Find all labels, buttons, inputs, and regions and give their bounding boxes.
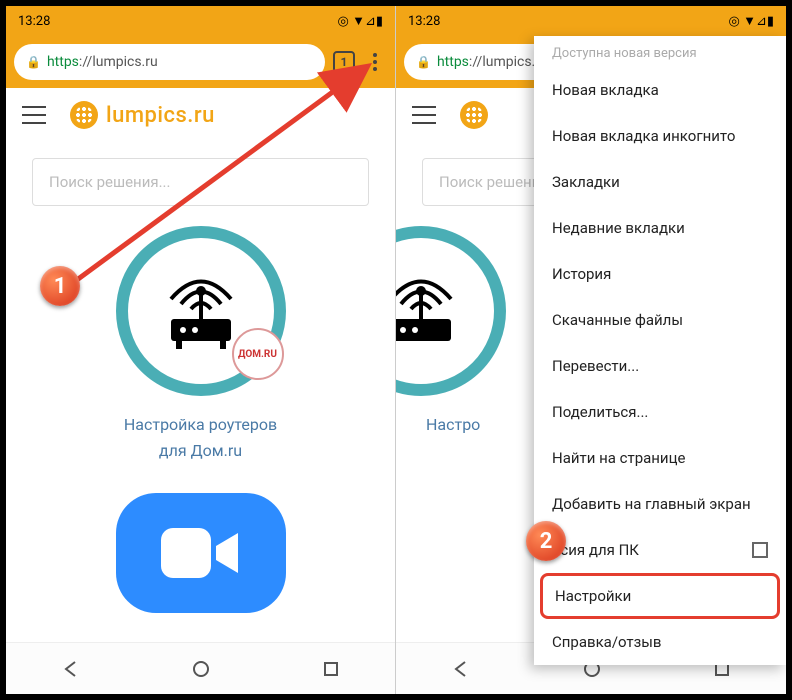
article-card[interactable]: ДОМ.RU Настройка роутеров для Дом.ru (91, 226, 311, 463)
annotation-badge-1: 1 (40, 266, 80, 306)
menu-translate[interactable]: Перевести... (534, 343, 786, 389)
screen-right: 13:28 ◎ ▼⊿▮ 🔒 https://lumpics. Поиск реш… (396, 6, 786, 694)
android-navbar (6, 642, 395, 694)
hamburger-icon[interactable] (22, 106, 46, 124)
menu-help[interactable]: Справка/отзыв (534, 619, 786, 665)
screen-left: 13:28 ◎ ▼⊿▮ 🔒 https://lumpics.ru 1 lumpi… (6, 6, 396, 694)
status-time: 13:28 (408, 14, 440, 29)
menu-incognito[interactable]: Новая вкладка инкогнито (534, 113, 786, 159)
menu-button[interactable] (363, 50, 387, 74)
site-logo[interactable]: lumpics.ru (70, 101, 215, 129)
zoom-tile[interactable] (116, 493, 286, 613)
menu-settings[interactable]: Настройки (540, 573, 780, 619)
logo-icon (70, 101, 98, 129)
status-icons: ◎ ▼⊿▮ (729, 13, 774, 29)
url-host: ://lumpics.ru (79, 54, 158, 70)
status-time: 13:28 (18, 14, 50, 29)
browser-menu-dropdown: Доступна новая версия Новая вкладка Нова… (534, 36, 786, 665)
menu-bookmarks[interactable]: Закладки (534, 159, 786, 205)
url-field[interactable]: 🔒 https://lumpics.ru (14, 44, 325, 80)
lock-icon: 🔒 (416, 55, 431, 69)
lock-icon: 🔒 (26, 55, 41, 69)
status-bar: 13:28 ◎ ▼⊿▮ (6, 6, 395, 36)
tab-count[interactable]: 1 (333, 51, 355, 73)
nav-recent-icon[interactable] (323, 661, 339, 677)
router-circle: ДОМ.RU (116, 226, 286, 396)
logo-text: lumpics.ru (106, 103, 215, 128)
nav-back-icon[interactable] (452, 660, 470, 678)
menu-info: Доступна новая версия (534, 36, 786, 67)
search-input[interactable]: Поиск решения... (422, 158, 542, 206)
menu-add-home[interactable]: Добавить на главный экран (534, 481, 786, 527)
menu-new-tab[interactable]: Новая вкладка (534, 67, 786, 113)
url-scheme: https (437, 54, 469, 70)
menu-downloads[interactable]: Скачанные файлы (534, 297, 786, 343)
page-content: lumpics.ru Поиск решения... ДОМ.RU Настр… (6, 88, 395, 642)
dom-ru-badge: ДОМ.RU (232, 328, 284, 380)
annotation-badge-2: 2 (526, 521, 566, 561)
browser-urlbar: 🔒 https://lumpics.ru 1 (6, 36, 395, 88)
camera-icon (156, 518, 246, 588)
article-card[interactable]: Настро (396, 226, 556, 438)
logo-icon (460, 101, 488, 129)
site-header: lumpics.ru (6, 88, 395, 142)
menu-recent-tabs[interactable]: Недавние вкладки (534, 205, 786, 251)
status-bar: 13:28 ◎ ▼⊿▮ (396, 6, 786, 36)
hamburger-icon[interactable] (412, 106, 436, 124)
menu-find[interactable]: Найти на странице (534, 435, 786, 481)
menu-share[interactable]: Поделиться... (534, 389, 786, 435)
search-input[interactable]: Поиск решения... (32, 158, 369, 206)
url-host: ://lumpics. (469, 54, 535, 70)
nav-back-icon[interactable] (62, 660, 80, 678)
router-circle (396, 226, 506, 396)
checkbox-icon[interactable] (752, 542, 768, 558)
router-icon (396, 259, 471, 363)
url-scheme: https (47, 54, 79, 70)
site-logo[interactable] (460, 101, 488, 129)
menu-history[interactable]: История (534, 251, 786, 297)
menu-desktop-site[interactable]: рсия для ПК (534, 527, 786, 573)
card-title: Настройка роутеров для Дом.ru (91, 412, 311, 463)
card-title: Настро (396, 412, 556, 438)
status-icons: ◎ ▼⊿▮ (338, 13, 383, 29)
nav-home-icon[interactable] (192, 660, 210, 678)
